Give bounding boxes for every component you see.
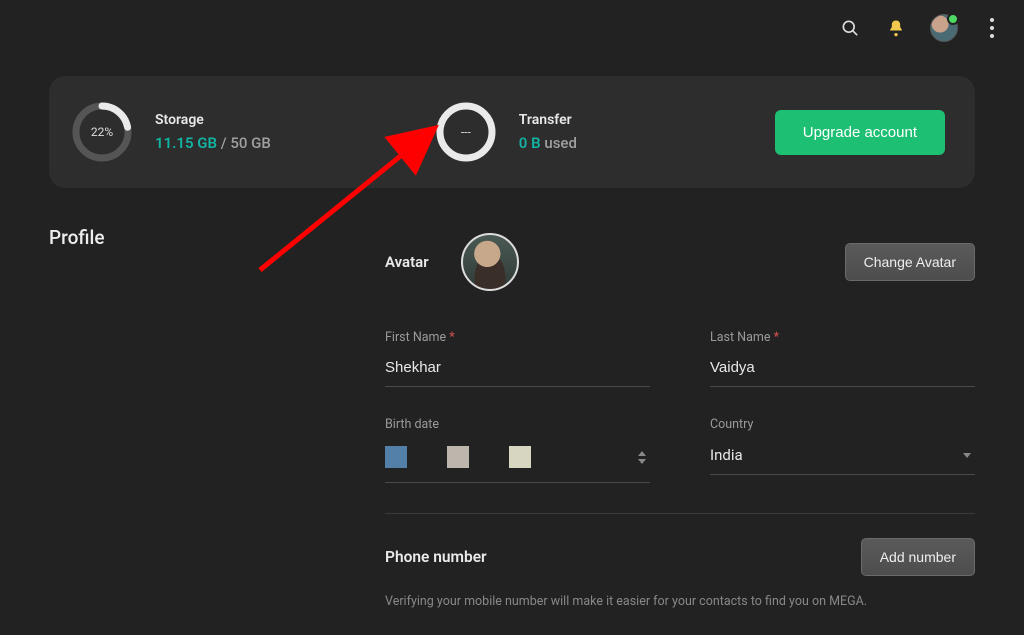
profile-section-title: Profile [49,226,105,249]
birth-date-stepper[interactable] [638,451,650,464]
phone-help-text: Verifying your mobile number will make i… [385,594,975,609]
storage-used: 11.15 GB [155,134,217,152]
birth-year-select[interactable] [509,446,531,468]
first-name-input[interactable] [385,353,650,387]
chevron-up-icon [638,451,646,456]
birth-date-label: Birth date [385,417,650,432]
storage-sep: / [217,134,230,152]
user-avatar-large [461,233,519,291]
last-name-input[interactable] [710,353,975,387]
storage-cap: 50 GB [230,134,270,152]
top-bar [0,0,1024,56]
transfer-percent-label: --- [435,101,497,163]
storage-title: Storage [155,112,271,128]
last-name-label: Last Name * [710,330,975,345]
country-value: India [710,446,743,464]
birth-day-select[interactable] [385,446,407,468]
phone-number-label: Phone number [385,548,487,566]
transfer-used-suffix: used [541,134,577,152]
profile-form: First Name * Last Name * Birth date [385,330,975,609]
usage-panel: 22% Storage 11.15 GB / 50 GB --- Transfe… [49,76,975,188]
first-name-label: First Name * [385,330,650,345]
storage-percent-label: 22% [71,101,133,163]
birth-month-select[interactable] [447,446,469,468]
transfer-stat: Transfer 0 B used [519,112,577,152]
first-name-field: First Name * [385,330,650,387]
transfer-used: 0 B [519,134,541,152]
country-select[interactable]: India [710,440,975,475]
upgrade-account-button[interactable]: Upgrade account [775,110,945,155]
kebab-menu-icon[interactable] [980,16,1004,40]
change-avatar-button[interactable]: Change Avatar [845,243,975,281]
country-label: Country [710,417,975,432]
last-name-field: Last Name * [710,330,975,387]
transfer-title: Transfer [519,112,577,128]
search-icon[interactable] [838,16,862,40]
storage-stat: Storage 11.15 GB / 50 GB [155,112,271,152]
add-number-button[interactable]: Add number [861,538,975,576]
chevron-down-icon [963,453,971,458]
avatar-label: Avatar [385,253,429,271]
divider [385,513,975,514]
birth-date-field: Birth date [385,417,650,483]
country-field: Country India [710,417,975,483]
storage-ring: 22% [71,101,133,163]
chevron-down-icon [638,459,646,464]
transfer-ring: --- [435,101,497,163]
bell-icon[interactable] [884,16,908,40]
avatar-row: Avatar Change Avatar [385,233,975,291]
user-avatar-small[interactable] [930,14,958,42]
